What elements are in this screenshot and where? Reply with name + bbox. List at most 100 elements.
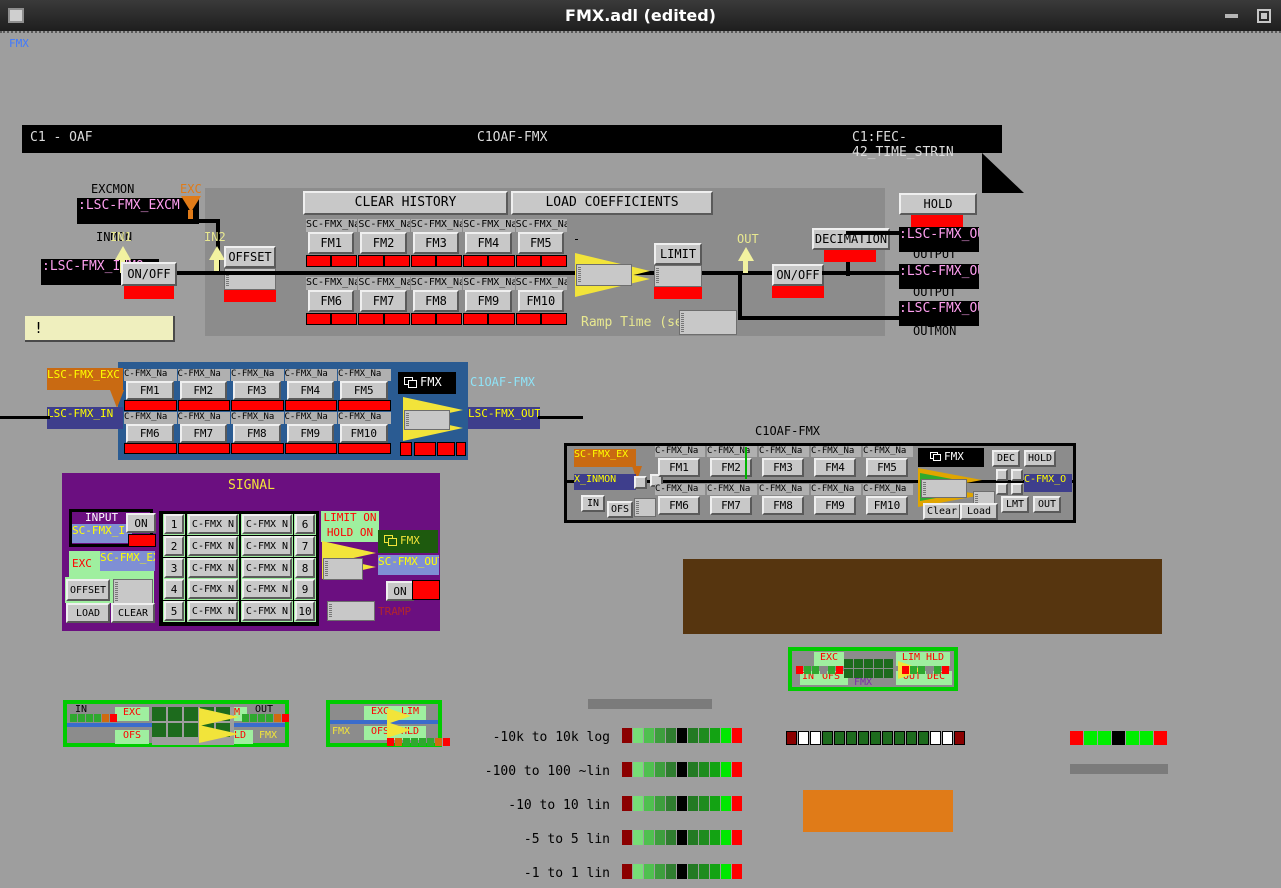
signal-row-index[interactable]: 4 bbox=[164, 579, 184, 600]
compact-fmx-badge[interactable]: FMX bbox=[918, 448, 984, 467]
signal-amp-field[interactable] bbox=[323, 558, 363, 580]
signal-load-button[interactable]: LOAD bbox=[66, 603, 110, 623]
compact-clear-button[interactable]: Clear bbox=[923, 503, 961, 520]
filter-button[interactable]: FM2 bbox=[179, 381, 227, 400]
signal-filter-a[interactable]: C-FMX N bbox=[188, 579, 238, 600]
signal-on-indicator bbox=[128, 534, 156, 547]
fmx-tab-label[interactable]: FMX bbox=[9, 37, 29, 50]
filter-button[interactable]: FM1 bbox=[126, 381, 174, 400]
signal-out-on-button[interactable]: ON bbox=[386, 581, 414, 601]
indicator-cell bbox=[1154, 731, 1167, 745]
filter-button[interactable]: FM10 bbox=[340, 424, 388, 443]
filter-button[interactable]: FM8 bbox=[412, 290, 460, 312]
signal-on-button[interactable]: ON bbox=[126, 513, 156, 533]
led-indicator bbox=[387, 738, 394, 746]
compact-node-3[interactable] bbox=[996, 469, 1008, 481]
led-indicator bbox=[926, 666, 933, 674]
signal-filter-b[interactable]: C-FMX N bbox=[242, 601, 292, 622]
compact-node-6[interactable] bbox=[1011, 483, 1023, 495]
hold-output-button[interactable]: HOLD OUTPUT bbox=[899, 193, 977, 230]
offset-button[interactable]: OFFSET bbox=[224, 246, 276, 268]
filter-button[interactable]: FM6 bbox=[308, 290, 355, 312]
wire-excmon bbox=[132, 219, 220, 223]
filter-pv-label: C-FMX_Na bbox=[284, 412, 337, 424]
filter-pv-label: C-FMX_Na bbox=[177, 369, 230, 381]
compact-dec-button[interactable]: DEC bbox=[992, 450, 1020, 467]
limit-button[interactable]: LIMIT bbox=[654, 243, 702, 265]
filter-button[interactable]: FM5 bbox=[340, 381, 388, 400]
filter-button[interactable]: FM9 bbox=[814, 496, 856, 515]
ramp-time-field[interactable] bbox=[679, 310, 737, 335]
filter-button[interactable]: FM4 bbox=[286, 381, 334, 400]
signal-offset-field[interactable] bbox=[113, 579, 153, 605]
filter-button[interactable]: FM1 bbox=[658, 458, 700, 477]
clear-history-button[interactable]: CLEAR HISTORY bbox=[303, 191, 508, 215]
compact-ofs-field[interactable] bbox=[634, 498, 656, 517]
signal-filter-b[interactable]: C-FMX N bbox=[242, 579, 292, 600]
signal-limit-on: LIMIT ON bbox=[321, 511, 379, 527]
signal-row-index2[interactable]: 7 bbox=[295, 535, 315, 556]
maximize-icon[interactable] bbox=[1257, 9, 1271, 23]
signal-row-index[interactable]: 1 bbox=[164, 514, 184, 534]
filter-button[interactable]: FM6 bbox=[658, 496, 700, 515]
compact-hold-button[interactable]: HOLD bbox=[1024, 450, 1056, 467]
signal-row-index2[interactable]: 10 bbox=[295, 601, 315, 622]
filter-button[interactable]: FM1 bbox=[308, 232, 355, 254]
signal-tramp-field[interactable] bbox=[327, 601, 375, 621]
filter-button[interactable]: FM9 bbox=[286, 424, 334, 443]
limit-field[interactable] bbox=[654, 265, 702, 287]
signal-offset-button[interactable]: OFFSET bbox=[66, 579, 110, 601]
filter-button[interactable]: FM3 bbox=[412, 232, 460, 254]
compact-in-button[interactable]: IN bbox=[581, 495, 605, 512]
compact-lmt-button[interactable]: LMT bbox=[1001, 496, 1029, 513]
filter-button[interactable]: FM3 bbox=[762, 458, 804, 477]
signal-filter-a[interactable]: C-FMX N bbox=[188, 557, 238, 578]
signal-filter-a[interactable]: C-FMX N bbox=[188, 601, 238, 622]
minimize-icon[interactable] bbox=[1225, 14, 1238, 18]
compact-node-1[interactable] bbox=[634, 476, 647, 489]
filter-button[interactable]: FM6 bbox=[126, 424, 174, 443]
signal-row-index[interactable]: 2 bbox=[164, 535, 184, 556]
signal-fmx-badge[interactable]: FMX bbox=[378, 530, 438, 553]
signal-row-index[interactable]: 3 bbox=[164, 557, 184, 578]
filter-button[interactable]: FM10 bbox=[866, 496, 908, 515]
alarm-box[interactable]: ! bbox=[25, 316, 175, 342]
filter-button[interactable]: FM9 bbox=[465, 290, 512, 312]
filter-button[interactable]: FM5 bbox=[866, 458, 908, 477]
filter-indicator bbox=[338, 443, 391, 454]
filter-button[interactable]: FM3 bbox=[233, 381, 281, 400]
filter-button[interactable]: FM8 bbox=[233, 424, 281, 443]
filter-button[interactable]: FM5 bbox=[517, 232, 564, 254]
signal-row-index2[interactable]: 8 bbox=[295, 557, 315, 578]
signal-filter-b[interactable]: C-FMX N bbox=[242, 535, 292, 556]
filter-button[interactable]: FM7 bbox=[179, 424, 227, 443]
compact-node-4[interactable] bbox=[1011, 469, 1023, 481]
filter-button[interactable]: FM7 bbox=[710, 496, 752, 515]
signal-clear-button[interactable]: CLEAR bbox=[111, 603, 155, 623]
compact-node-5[interactable] bbox=[996, 483, 1008, 495]
compact-amp-field[interactable] bbox=[921, 479, 967, 498]
filter-button[interactable]: FM4 bbox=[465, 232, 512, 254]
signal-row-index2[interactable]: 9 bbox=[295, 579, 315, 600]
compact-load-button[interactable]: Load bbox=[960, 503, 998, 520]
blue-panel-fmx-badge[interactable]: FMX bbox=[398, 372, 456, 394]
compact-out-button[interactable]: OUT bbox=[1033, 496, 1061, 513]
signal-filter-b[interactable]: C-FMX N bbox=[242, 557, 292, 578]
filter-button[interactable]: FM8 bbox=[762, 496, 804, 515]
filter-button[interactable]: FM7 bbox=[360, 290, 407, 312]
blue-panel-amp-field[interactable] bbox=[404, 410, 450, 430]
filter-button[interactable]: FM4 bbox=[814, 458, 856, 477]
signal-filter-b[interactable]: C-FMX N bbox=[242, 514, 292, 534]
compact-ofs-button[interactable]: OFS bbox=[607, 501, 633, 518]
onoff-input-button[interactable]: ON/OFF bbox=[121, 262, 177, 286]
signal-filter-a[interactable]: C-FMX N bbox=[188, 535, 238, 556]
onoff-output-button[interactable]: ON/OFF bbox=[772, 264, 824, 286]
filter-button[interactable]: FM2 bbox=[360, 232, 407, 254]
filter-button[interactable]: FM10 bbox=[517, 290, 564, 312]
matrix-cell bbox=[844, 669, 853, 678]
signal-row-index[interactable]: 5 bbox=[164, 601, 184, 622]
signal-filter-a[interactable]: C-FMX N bbox=[188, 514, 238, 534]
load-coefficients-button[interactable]: LOAD COEFFICIENTS bbox=[511, 191, 713, 215]
sum-amp-field[interactable] bbox=[576, 264, 632, 286]
signal-row-index2[interactable]: 6 bbox=[295, 514, 315, 534]
